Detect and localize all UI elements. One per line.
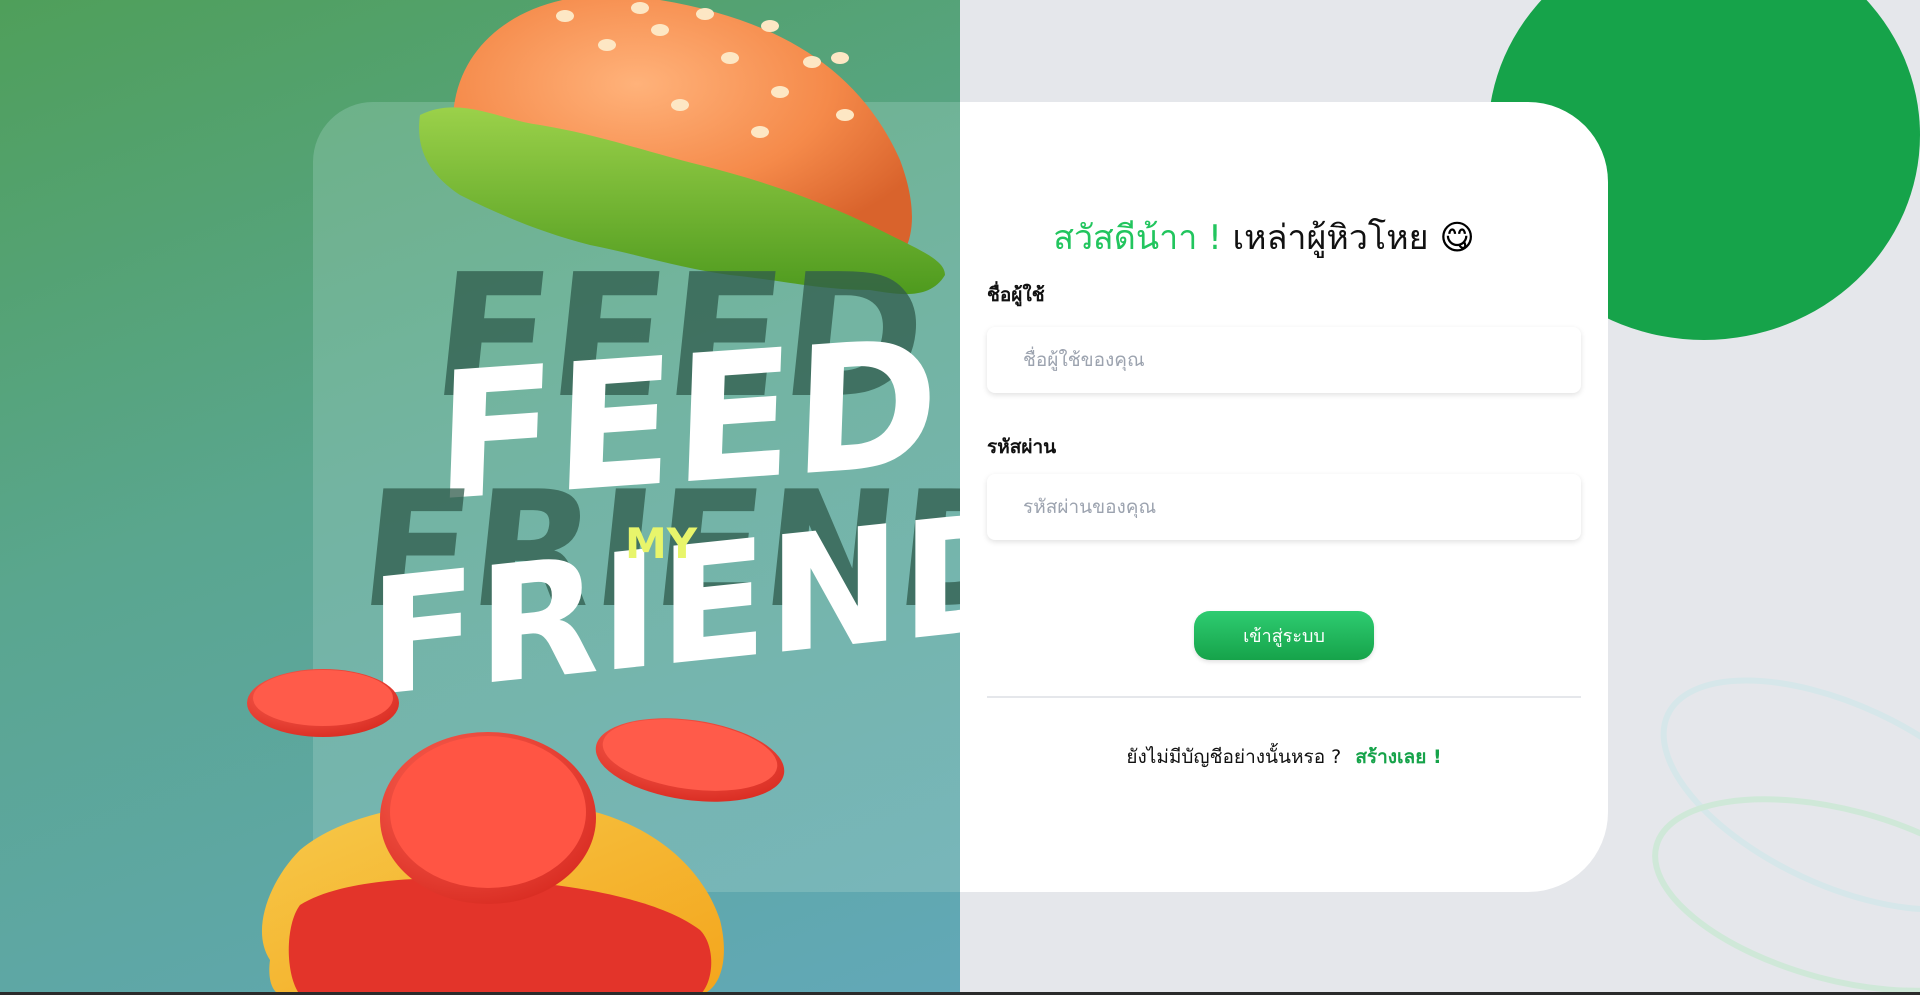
page: FEED FEED FRIEND FRIEND MY สวัสดีน้าา ! … bbox=[0, 0, 1920, 995]
password-label: รหัสผ่าน bbox=[987, 436, 1057, 458]
greeting-heading: สวัสดีน้าา ! เหล่าผู้หิวโหย 😋 bbox=[960, 210, 1568, 264]
signup-row: ยังไม่มีบัญชีอย่างนั้นหรอ ? สร้างเลย ! bbox=[960, 742, 1608, 772]
burger-illustration: FEED FEED FRIEND FRIEND MY bbox=[247, 0, 960, 995]
greeting-highlight: สวัสดีน้าา ! bbox=[1053, 218, 1222, 258]
login-card: สวัสดีน้าา ! เหล่าผู้หิวโหย 😋 ชื่อผู้ใช้… bbox=[960, 102, 1608, 892]
no-account-text: ยังไม่มีบัญชีอย่างนั้นหรอ ? bbox=[1126, 746, 1342, 768]
username-label: ชื่อผู้ใช้ bbox=[987, 284, 1045, 306]
hero-title: FEED FEED FRIEND FRIEND MY bbox=[352, 238, 960, 733]
hero-title-middle: MY bbox=[625, 519, 698, 568]
password-input[interactable] bbox=[987, 474, 1581, 540]
signup-link[interactable]: สร้างเลย ! bbox=[1355, 746, 1441, 768]
login-button[interactable]: เข้าสู่ระบบ bbox=[1194, 611, 1374, 660]
greeting-emoji-icon: 😋 bbox=[1439, 218, 1475, 258]
username-input[interactable] bbox=[987, 327, 1581, 393]
hero-panel: FEED FEED FRIEND FRIEND MY bbox=[0, 0, 960, 995]
decorative-rings bbox=[1652, 677, 1920, 994]
divider bbox=[987, 696, 1581, 698]
greeting-rest: เหล่าผู้หิวโหย bbox=[1232, 218, 1429, 258]
